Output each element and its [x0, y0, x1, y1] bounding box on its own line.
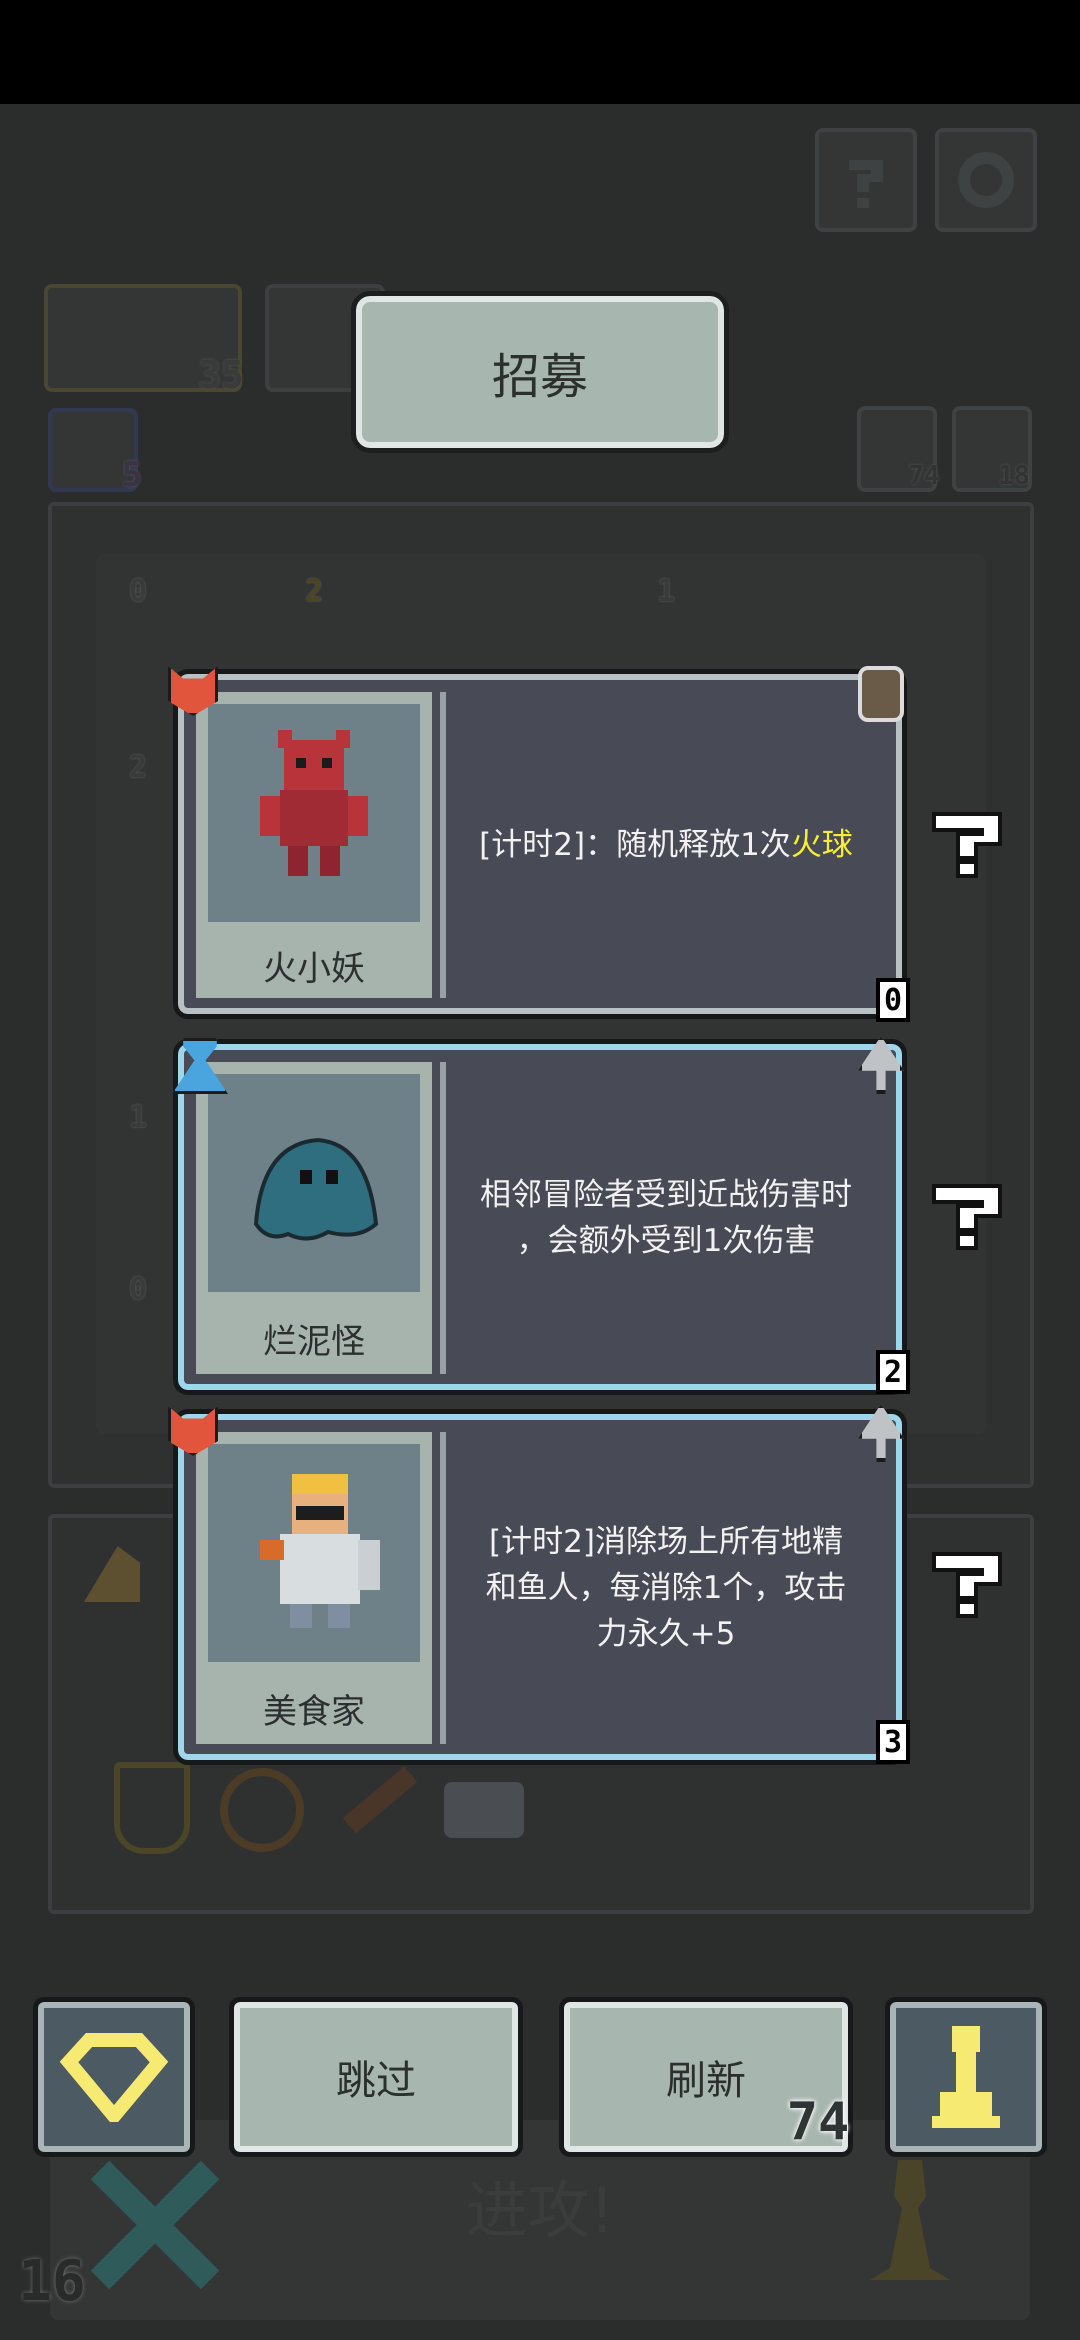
refresh-cost: 74	[786, 2092, 850, 2152]
board-digit: 2	[128, 749, 148, 785]
card-divider	[440, 692, 446, 998]
recruit-title: 招募	[351, 291, 729, 453]
coin-icon	[220, 1768, 304, 1852]
skip-label: 跳过	[336, 2058, 416, 2104]
card-corner-number: 2	[876, 1350, 910, 1394]
boot-icon	[444, 1782, 524, 1838]
question-icon	[849, 160, 883, 208]
board-digit: 2	[304, 573, 324, 609]
help-button-dim[interactable]	[815, 128, 917, 232]
help-icon[interactable]	[930, 1546, 1004, 1624]
counter-35: 35	[198, 353, 244, 397]
diamond-icon	[59, 2033, 169, 2122]
pawn-button[interactable]	[885, 1997, 1047, 2157]
pawn-icon	[932, 2026, 1000, 2128]
card-description: 相邻冒险者受到近战伤害时 ，会额外受到1次伤害	[452, 1062, 880, 1374]
shield-icon	[858, 666, 904, 722]
question-block-icon	[932, 812, 1002, 878]
card-name: 烂泥怪	[263, 1321, 365, 1362]
board-digit: 1	[656, 573, 676, 609]
board-digit: 1	[128, 1099, 148, 1135]
card-name: 美食家	[263, 1691, 365, 1732]
trophy-icon	[114, 1762, 190, 1854]
question-block-icon	[932, 1184, 1002, 1250]
help-icon[interactable]	[930, 1178, 1004, 1256]
mud-monster-sprite	[253, 1137, 379, 1241]
desc-highlight: 火球	[790, 827, 853, 863]
settings-button-dim[interactable]	[935, 128, 1037, 232]
card-portrait-panel: 烂泥怪	[196, 1062, 432, 1374]
counter-5: 5	[121, 455, 143, 495]
level-number: 16	[18, 2248, 86, 2314]
card-divider	[440, 1432, 446, 1744]
refresh-label: 刷新	[666, 2058, 746, 2104]
desc-text: [计时2]：随机释放1次	[479, 827, 791, 863]
page-title: 招募	[491, 349, 588, 405]
portrait	[208, 1444, 420, 1662]
board-digit: 0	[128, 573, 148, 609]
status-bar	[0, 0, 1080, 104]
card-portrait-panel: 美食家	[196, 1432, 432, 1744]
card-description: [计时2]消除场上所有地精 和鱼人，每消除1个，攻击 力永久+5	[452, 1432, 880, 1744]
card-corner-number: 0	[876, 978, 910, 1022]
card-portrait-panel: 火小妖	[196, 692, 432, 998]
counter-18: 18	[998, 461, 1030, 491]
attack-label-dim: 进攻!	[465, 2174, 615, 2247]
desc-line: 相邻冒险者受到近战伤害时	[480, 1177, 852, 1213]
gem-button[interactable]	[33, 1997, 195, 2157]
board-digit: 0	[128, 1271, 148, 1307]
portrait	[208, 1074, 420, 1292]
counter-74-small: 74	[908, 461, 940, 491]
help-icon[interactable]	[930, 806, 1004, 884]
fire-imp-sprite	[260, 730, 368, 876]
card-description: [计时2]：随机释放1次火球	[452, 692, 880, 998]
card-divider	[440, 1062, 446, 1374]
card-name: 火小妖	[263, 948, 365, 989]
skip-button[interactable]: 跳过	[229, 1997, 523, 2157]
gear-icon	[958, 152, 1014, 208]
gourmet-sprite	[260, 1474, 380, 1628]
desc-line: [计时2]消除场上所有地精	[489, 1524, 843, 1560]
card-corner-number: 3	[876, 1720, 910, 1764]
desc-line: ，会额外受到1次伤害	[516, 1223, 816, 1259]
portrait	[208, 704, 420, 922]
desc-line: 和鱼人，每消除1个，攻击	[485, 1570, 847, 1606]
desc-line: 力永久+5	[596, 1616, 736, 1652]
question-block-icon	[932, 1552, 1002, 1618]
